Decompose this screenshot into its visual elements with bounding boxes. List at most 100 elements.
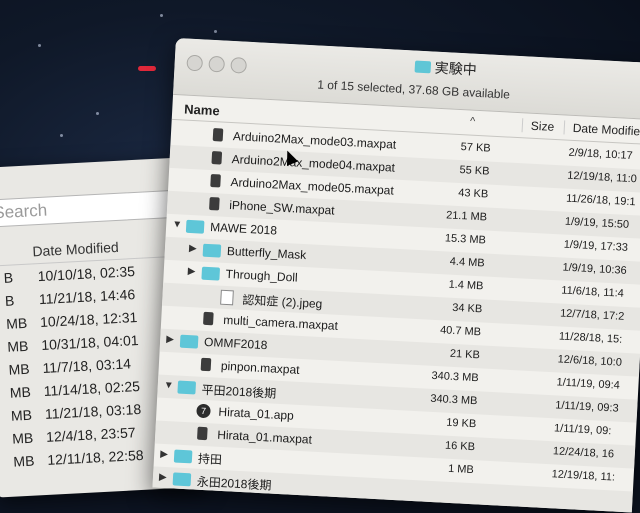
name-column-header[interactable]: Name bbox=[184, 102, 220, 119]
date-modified: 12/19/18, 11:0 bbox=[567, 169, 638, 186]
file-size: B bbox=[4, 292, 15, 309]
date-modified: 1/9/19, 17:33 bbox=[563, 238, 629, 254]
file-size: 43 KB bbox=[457, 186, 489, 201]
size-column-header[interactable]: Size bbox=[521, 118, 555, 134]
file-size: 4.4 MB bbox=[449, 255, 485, 270]
star bbox=[160, 14, 163, 17]
date-modified: 10/10/18, 02:35 bbox=[37, 263, 136, 285]
date-modified: 2/9/18, 10:17 bbox=[568, 146, 633, 163]
maxpat-file-icon bbox=[200, 357, 212, 372]
file-size: 1 MB bbox=[447, 462, 475, 477]
date-modified: 10/31/18, 04:01 bbox=[40, 331, 139, 354]
disclosure-open-icon[interactable]: ▼ bbox=[164, 380, 174, 392]
file-size: MB bbox=[8, 360, 30, 378]
star bbox=[38, 44, 41, 47]
file-name: Hirata_01.app bbox=[218, 404, 295, 423]
date-column-header[interactable]: Date Modified bbox=[563, 120, 640, 139]
folder-icon bbox=[173, 449, 193, 464]
date-modified: 11/21/18, 03:18 bbox=[44, 400, 142, 422]
date-modified-header[interactable]: Date Modified bbox=[32, 239, 119, 259]
window-title: 実験中 bbox=[414, 57, 477, 80]
date-modified: 12/6/18, 10:0 bbox=[557, 353, 623, 369]
disclosure-closed-icon[interactable]: ▶ bbox=[160, 449, 168, 460]
file-name: iPhone_SW.maxpat bbox=[228, 198, 335, 218]
folder-icon bbox=[202, 243, 222, 258]
date-modified: 1/11/19, 09: bbox=[553, 422, 612, 438]
search-input[interactable]: Search bbox=[0, 189, 183, 228]
file-size: MB bbox=[6, 337, 29, 355]
image-file-icon bbox=[220, 289, 234, 306]
date-modified: 12/11/18, 22:58 bbox=[46, 446, 144, 468]
file-name: 持田 bbox=[197, 451, 223, 467]
file-name: multi_camera.maxpat bbox=[222, 312, 339, 333]
file-size: B bbox=[3, 269, 14, 286]
file-size: MB bbox=[11, 429, 34, 447]
disclosure-closed-icon[interactable]: ▶ bbox=[159, 472, 167, 483]
date-modified: 1/11/19, 09:4 bbox=[556, 376, 621, 392]
file-name: 永田2018後期 bbox=[196, 474, 272, 493]
file-name: Arduino2Max_mode04.maxpat bbox=[231, 152, 396, 175]
maxpat-file-icon bbox=[209, 196, 220, 211]
file-size: MB bbox=[5, 314, 28, 332]
folder-icon bbox=[172, 472, 192, 487]
file-size: 19 KB bbox=[445, 416, 477, 431]
file-size: MB bbox=[12, 452, 35, 470]
date-modified: 12/19/18, 11: bbox=[551, 468, 616, 484]
file-name: MAWE 2018 bbox=[209, 220, 278, 238]
date-modified: 1/9/19, 10:36 bbox=[562, 261, 627, 277]
disclosure-closed-icon[interactable]: ▶ bbox=[166, 334, 174, 345]
maxpat-file-icon bbox=[212, 128, 224, 142]
folder-icon bbox=[179, 334, 199, 349]
date-modified: 11/28/18, 15: bbox=[558, 330, 623, 346]
zoom-button[interactable] bbox=[230, 56, 248, 74]
file-name: 平田2018後期 bbox=[201, 382, 277, 401]
folder-icon bbox=[201, 266, 221, 281]
file-name: Butterfly_Mask bbox=[226, 243, 307, 263]
date-modified: 12/4/18, 23:57 bbox=[45, 424, 136, 445]
date-modified: 11/6/18, 11:4 bbox=[560, 284, 625, 300]
file-size: 57 KB bbox=[460, 141, 491, 155]
maxpat-file-icon bbox=[211, 151, 223, 165]
disclosure-closed-icon[interactable]: ▶ bbox=[188, 266, 196, 277]
file-size: 34 KB bbox=[451, 301, 483, 316]
file-name: Through_Doll bbox=[225, 266, 299, 285]
file-size: 55 KB bbox=[459, 164, 490, 178]
file-size: 340.3 MB bbox=[431, 369, 479, 385]
date-modified: 1/11/19, 09:3 bbox=[554, 399, 619, 415]
star bbox=[96, 112, 99, 115]
window-title-text: 実験中 bbox=[434, 59, 478, 78]
file-name: OMMF2018 bbox=[203, 334, 268, 353]
date-modified: 12/7/18, 17:2 bbox=[559, 307, 625, 323]
folder-icon bbox=[185, 219, 205, 234]
file-list: Arduino2Max_mode03.maxpat 57 KB 2/9/18, 10… bbox=[152, 122, 640, 513]
maxpat-file-icon bbox=[210, 174, 221, 188]
file-name: pinpon.maxpat bbox=[220, 358, 300, 377]
finder-window[interactable]: 実験中 1 of 15 selected, 37.68 GB available… bbox=[152, 38, 640, 513]
file-size: 16 KB bbox=[444, 439, 476, 454]
app-icon: 7 bbox=[196, 403, 211, 419]
file-size: 21 KB bbox=[449, 347, 481, 362]
date-modified: 10/24/18, 12:31 bbox=[39, 308, 138, 331]
red-light bbox=[138, 66, 156, 71]
minimize-button[interactable] bbox=[208, 55, 226, 73]
file-size: 1.4 MB bbox=[448, 278, 484, 293]
file-size: MB bbox=[10, 406, 33, 424]
file-name: 認知症 (2).jpeg bbox=[242, 292, 323, 312]
file-size: MB bbox=[9, 383, 32, 401]
file-name: Hirata_01.maxpat bbox=[216, 427, 313, 447]
star bbox=[214, 30, 217, 33]
date-modified: 1/9/19, 15:50 bbox=[564, 215, 630, 231]
disclosure-closed-icon[interactable]: ▶ bbox=[189, 243, 197, 254]
date-modified: 11/21/18, 14:46 bbox=[38, 286, 136, 308]
close-button[interactable] bbox=[186, 54, 204, 72]
disclosure-open-icon[interactable]: ▼ bbox=[172, 219, 182, 231]
star bbox=[60, 134, 63, 137]
date-modified: 11/14/18, 02:25 bbox=[43, 377, 141, 399]
folder-icon bbox=[414, 60, 432, 74]
maxpat-file-icon bbox=[197, 426, 208, 441]
date-modified: 11/26/18, 19:1 bbox=[565, 192, 636, 209]
maxpat-file-icon bbox=[203, 311, 214, 326]
date-modified: 12/24/18, 16 bbox=[552, 445, 615, 461]
file-name: Arduino2Max_mode05.maxpat bbox=[230, 175, 395, 198]
file-size: 40.7 MB bbox=[439, 324, 482, 339]
